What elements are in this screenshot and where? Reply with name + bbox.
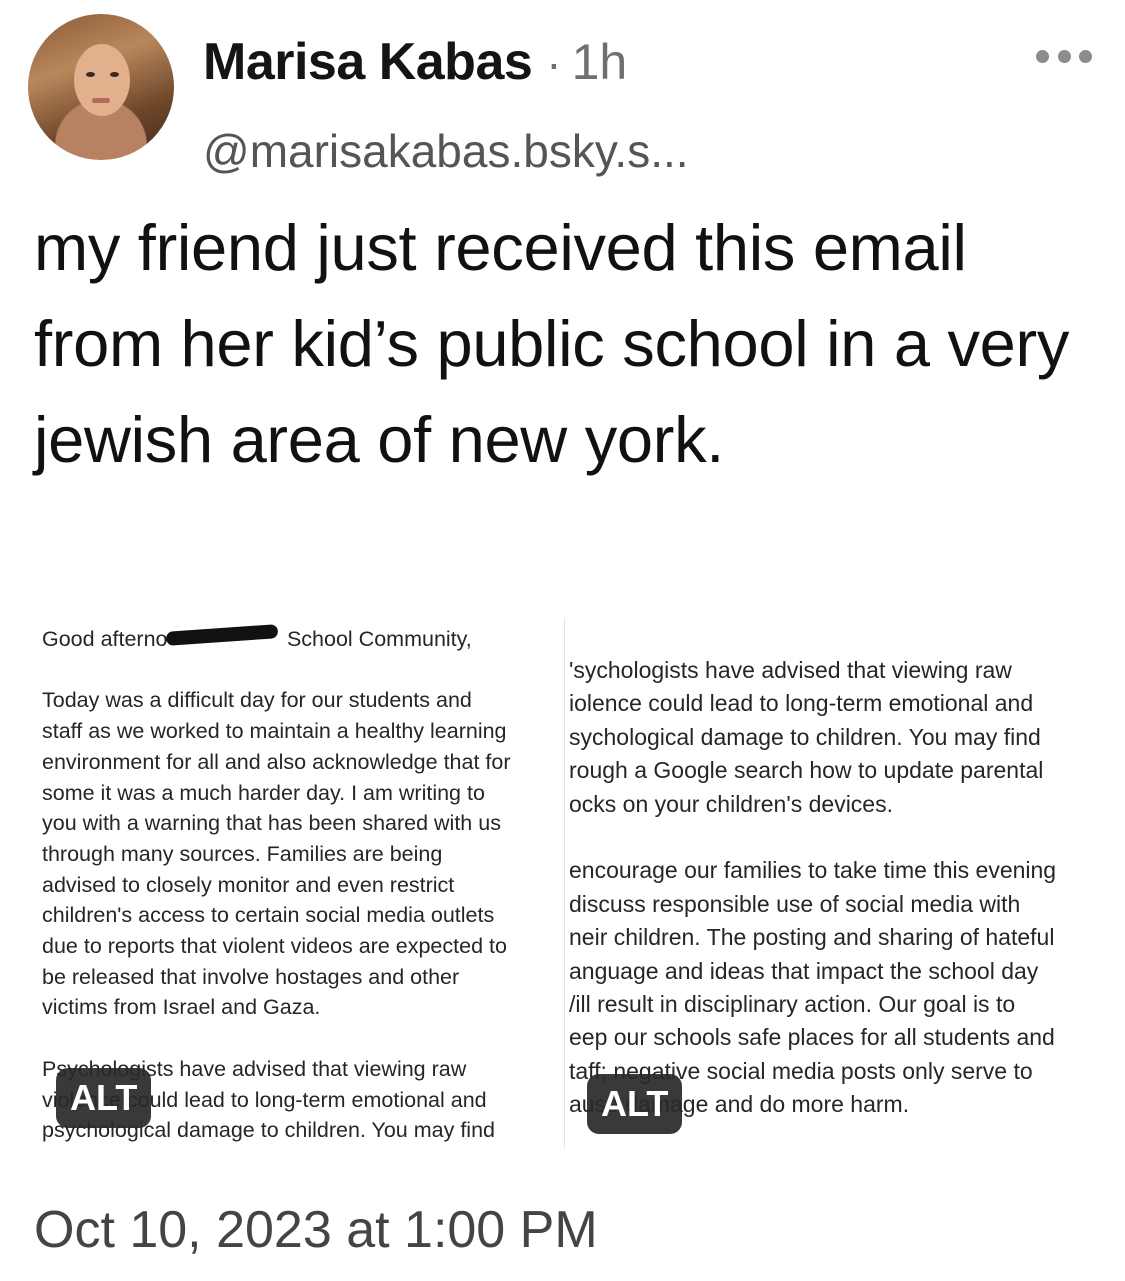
avatar-eye bbox=[110, 72, 119, 77]
post-text: my friend just received this email from … bbox=[34, 211, 1070, 476]
dot bbox=[1079, 49, 1092, 63]
avatar-eye bbox=[86, 72, 95, 77]
avatar[interactable] bbox=[28, 14, 174, 160]
post-card: Marisa Kabas · 1h @marisakabas.bsky.s...… bbox=[0, 0, 1125, 1281]
alt-text-button[interactable]: ALT bbox=[56, 1068, 152, 1128]
post-time-ago[interactable]: 1h bbox=[572, 33, 628, 91]
alt-text-button[interactable]: ALT bbox=[587, 1074, 683, 1134]
post-image-2[interactable]: 'sychologists have advised that viewing … bbox=[564, 618, 1100, 1148]
meta-separator: · bbox=[546, 37, 562, 89]
dot bbox=[1036, 49, 1049, 63]
avatar-mouth bbox=[92, 98, 110, 103]
author-display-name[interactable]: Marisa Kabas bbox=[203, 32, 533, 92]
post-timestamp[interactable]: Oct 10, 2023 at 1:00 PM bbox=[34, 1200, 598, 1260]
author-handle[interactable]: @marisakabas.bsky.s... bbox=[203, 124, 689, 178]
avatar-face bbox=[74, 44, 130, 116]
author-row: Marisa Kabas · 1h bbox=[203, 32, 627, 92]
email-screenshot-text: 'sychologists have advised that viewing … bbox=[569, 657, 1057, 1118]
post-image-1[interactable]: Good afterno School Community, Today was… bbox=[36, 618, 556, 1148]
post-media: Good afterno School Community, Today was… bbox=[36, 618, 1100, 1158]
dot bbox=[1057, 49, 1071, 63]
more-options-icon[interactable] bbox=[1036, 44, 1092, 68]
